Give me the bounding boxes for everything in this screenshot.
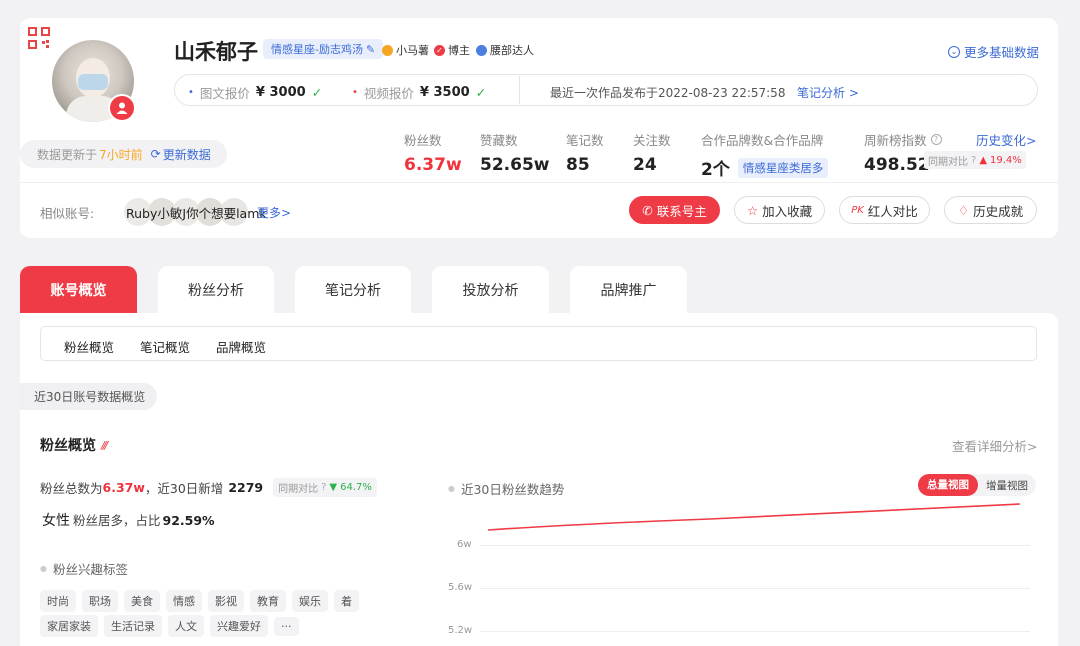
price-divider: [519, 76, 520, 104]
gridline: [480, 631, 1030, 632]
badge-waist: 腰部达人: [476, 42, 534, 58]
interest-tag: 家居家装: [40, 615, 98, 637]
pk-icon: PK: [851, 204, 864, 216]
similar-accounts[interactable]: Ruby小敏J你个想要lamk: [126, 203, 267, 222]
stat-likes: 赞藏数 52.65w: [480, 133, 550, 175]
view-toggle: 总量视图 增量视图: [918, 474, 1036, 496]
arrow-up-icon: ▲: [979, 154, 988, 166]
interest-tag: 兴趣爱好: [210, 615, 268, 637]
y-tick-6w: 6w: [457, 539, 472, 550]
fans-trend-line: [487, 503, 1021, 531]
badge-xiaomashu: 小马薯: [382, 42, 429, 58]
help-icon[interactable]: ?: [971, 155, 976, 166]
category-tag-label: 情感星座-励志鸡汤: [271, 43, 363, 56]
qr-code-icon[interactable]: [27, 26, 51, 50]
note-analysis-link[interactable]: 笔记分析 >: [797, 84, 859, 101]
fans-yoy-badge: 同期对比 ? ▼ 64.7%: [273, 478, 377, 497]
section-badge: 近30日账号数据概览: [20, 383, 157, 410]
interest-tag: 美食: [124, 590, 160, 612]
tab-account-overview[interactable]: 账号概览: [20, 266, 137, 314]
stat-fans: 粉丝数 6.37w: [404, 133, 462, 175]
favorite-button[interactable]: ☆ 加入收藏: [734, 196, 825, 224]
interest-tag: 情感: [166, 590, 202, 612]
stat-brands: 合作品牌数&合作品牌 2个 情感星座类居多: [701, 130, 829, 180]
text-price: • 图文报价 ¥ 3000 ✓: [188, 85, 323, 101]
history-button[interactable]: ♢ 历史成就: [944, 196, 1037, 224]
detail-analysis-link[interactable]: 查看详细分析>: [952, 436, 1037, 455]
interest-tag: 教育: [250, 590, 286, 612]
refresh-icon[interactable]: ⟳: [151, 147, 161, 161]
profile-divider: [20, 182, 1058, 183]
category-tag[interactable]: 情感星座-励志鸡汤 ✎: [263, 39, 384, 59]
y-tick-5-6w: 5.6w: [448, 582, 473, 593]
gender-line: 女性 粉丝居多，占比 92.59%: [42, 513, 215, 529]
tab-notes-analysis[interactable]: 笔记分析: [295, 266, 411, 314]
interest-title: ● 粉丝兴趣标签: [40, 562, 128, 577]
y-tick-5-2w: 5.2w: [448, 625, 473, 636]
stat-follow: 关注数 24: [633, 133, 671, 175]
account-name: 山禾郁子: [174, 40, 258, 64]
history-change-link[interactable]: 历史变化>: [976, 130, 1036, 149]
badge-blogger: ✓ 博主: [434, 42, 470, 58]
help-icon[interactable]: ?: [321, 482, 326, 493]
waist-badge-icon: [476, 44, 487, 56]
similar-label: 相似账号:: [40, 206, 95, 221]
gridline: [480, 588, 1030, 589]
update-data-button[interactable]: 更新数据: [163, 146, 211, 163]
interest-tag: 人文: [168, 615, 204, 637]
incr-view-button[interactable]: 增量视图: [978, 478, 1036, 493]
brand-tag[interactable]: 情感星座类居多: [737, 157, 829, 178]
subtab-brand[interactable]: 品牌概览: [216, 337, 266, 356]
chevron-down-circle-icon: ⌄: [948, 45, 960, 58]
subtab-fans[interactable]: 粉丝概览: [64, 337, 114, 356]
fans-total-line: 粉丝总数为 6.37w ，近30日新增 2279 同期对比 ? ▼ 64.7%: [40, 478, 377, 497]
contact-button[interactable]: ✆ 联系号主: [629, 196, 720, 224]
more-tags-button[interactable]: ···: [274, 617, 299, 636]
interest-tag: 时尚: [40, 590, 76, 612]
compare-button[interactable]: PK 红人对比: [839, 196, 930, 224]
interest-tag: 影视: [208, 590, 244, 612]
similar-more-link[interactable]: 更多>: [257, 204, 291, 221]
stat-notes: 笔记数 85: [566, 133, 604, 175]
check-icon: ✓: [311, 85, 323, 100]
check-badge-icon: ✓: [434, 44, 445, 56]
interest-tag: 职场: [82, 590, 118, 612]
fans-overview-title: 粉丝概览 ///: [40, 438, 108, 454]
tab-placement-analysis[interactable]: 投放分析: [432, 266, 549, 314]
gridline: [480, 545, 1030, 546]
update-status: 数据更新于 7小时前 ⟳ 更新数据: [20, 140, 227, 168]
weekly-yoy: 同期对比 ? ▲ 19.4%: [924, 151, 1026, 169]
title-decoration-icon: ///: [101, 438, 108, 452]
xiaomashu-icon: [382, 44, 393, 56]
arrow-down-icon: ▼: [329, 482, 338, 493]
phone-icon: ✆: [642, 202, 653, 218]
diamond-icon: ♢: [957, 202, 970, 218]
total-view-button[interactable]: 总量视图: [918, 474, 978, 496]
edit-icon[interactable]: ✎: [366, 43, 375, 56]
star-icon: ☆: [746, 202, 759, 218]
interest-tag: 娱乐: [292, 590, 328, 612]
last-post-time: 最近一次作品发布于2022-08-23 22:57:58: [550, 86, 786, 100]
interest-tag: 生活记录: [104, 615, 162, 637]
interest-tags-row1: 时尚 职场 美食 情感 影视 教育 娱乐着: [40, 590, 365, 612]
tab-fans-analysis[interactable]: 粉丝分析: [158, 266, 274, 314]
check-icon: ✓: [475, 85, 487, 100]
user-badge-icon: [108, 94, 136, 122]
interest-tag: 着: [334, 590, 359, 612]
more-data-link[interactable]: ⌄ 更多基础数据: [948, 42, 1039, 61]
subtab-notes[interactable]: 笔记概览: [140, 337, 190, 356]
help-icon[interactable]: ?: [930, 134, 942, 145]
interest-tags-row2: 家居家装 生活记录 人文 兴趣爱好 ···: [40, 615, 305, 637]
tab-brand-promotion[interactable]: 品牌推广: [570, 266, 687, 314]
video-price: • 视频报价 ¥ 3500 ✓: [352, 85, 487, 101]
